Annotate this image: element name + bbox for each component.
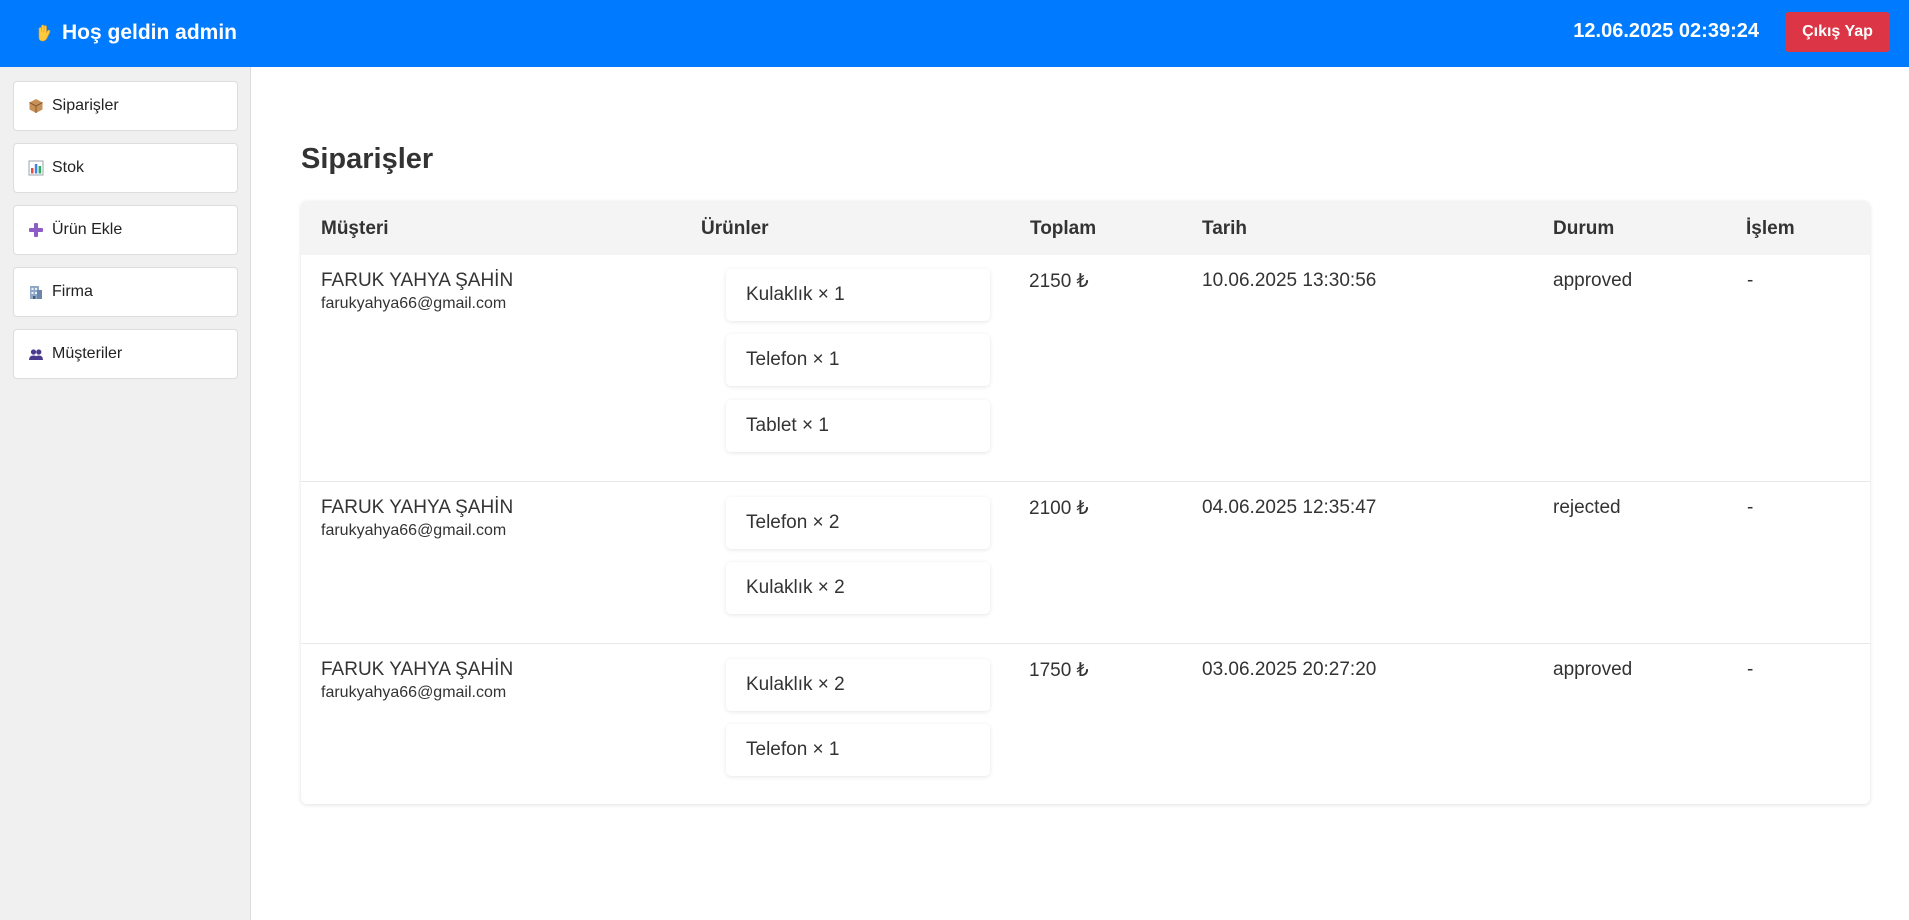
customer-cell: FARUK YAHYA ŞAHİN farukyahya66@gmail.com [321, 270, 513, 313]
order-action: - [1747, 659, 1754, 680]
sidebar-item-company[interactable]: Firma [13, 267, 238, 317]
order-status: approved [1553, 659, 1633, 680]
customer-email: farukyahya66@gmail.com [321, 295, 507, 312]
table-row: FARUK YAHYA ŞAHİN farukyahya66@gmail.com… [301, 255, 1870, 482]
column-header-customer: Müşteri [321, 218, 389, 239]
table-row: FARUK YAHYA ŞAHİN farukyahya66@gmail.com… [301, 644, 1870, 804]
order-date: 03.06.2025 20:27:20 [1202, 659, 1377, 680]
product-item: Kulaklık × 2 [726, 659, 990, 711]
sidebar-item-stock[interactable]: Stok [13, 143, 238, 193]
sidebar-item-label: Ürün Ekle [52, 221, 123, 238]
top-bar: Hoş geldin admin 12.06.2025 02:39:24 Çık… [0, 0, 1909, 67]
column-header-total: Toplam [1030, 218, 1097, 239]
order-total: 2100 ₺ [1029, 498, 1089, 519]
order-date: 04.06.2025 12:35:47 [1202, 497, 1377, 518]
order-action: - [1747, 270, 1754, 291]
table-row: FARUK YAHYA ŞAHİN farukyahya66@gmail.com… [301, 482, 1870, 644]
plus-icon [29, 223, 43, 237]
main-content: Siparişler Müşteri Ürünler Toplam Tarih … [251, 67, 1909, 920]
product-item: Kulaklık × 1 [726, 269, 990, 321]
greeting: Hoş geldin admin [34, 21, 237, 45]
users-icon [29, 349, 43, 360]
sidebar-item-label: Stok [52, 159, 85, 176]
order-total: 2150 ₺ [1029, 271, 1089, 292]
sidebar-item-add-product[interactable]: Ürün Ekle [13, 205, 238, 255]
greeting-text: Hoş geldin admin [62, 21, 238, 44]
order-status: approved [1553, 270, 1633, 291]
column-header-status: Durum [1553, 218, 1615, 239]
table-header: Müşteri Ürünler Toplam Tarih Durum İşlem [301, 201, 1870, 255]
sidebar-item-customers[interactable]: Müşteriler [13, 329, 238, 379]
sidebar-item-label: Müşteriler [52, 345, 123, 362]
order-total: 1750 ₺ [1029, 660, 1089, 681]
orders-table: Müşteri Ürünler Toplam Tarih Durum İşlem… [301, 201, 1870, 804]
sidebar-item-label: Siparişler [52, 97, 119, 114]
column-header-products: Ürünler [701, 218, 769, 239]
product-item: Kulaklık × 2 [726, 562, 990, 614]
sidebar-item-label: Firma [52, 283, 93, 300]
product-item: Tablet × 1 [726, 400, 990, 452]
customer-name: FARUK YAHYA ŞAHİN [321, 659, 514, 680]
product-item: Telefon × 1 [726, 724, 990, 776]
waving-hand-icon [38, 24, 51, 42]
order-date: 10.06.2025 13:30:56 [1202, 270, 1377, 291]
package-icon [29, 99, 43, 113]
customer-cell: FARUK YAHYA ŞAHİN farukyahya66@gmail.com [321, 497, 513, 540]
product-item: Telefon × 1 [726, 334, 990, 386]
customer-name: FARUK YAHYA ŞAHİN [321, 270, 514, 291]
customer-name: FARUK YAHYA ŞAHİN [321, 497, 514, 518]
page-title: Siparişler [301, 143, 434, 175]
logout-button[interactable]: Çıkış Yap [1785, 12, 1890, 52]
order-status: rejected [1553, 497, 1621, 518]
sidebar-item-orders[interactable]: Siparişler [13, 81, 238, 131]
column-header-date: Tarih [1202, 218, 1248, 239]
order-action: - [1747, 497, 1754, 518]
bar-chart-icon [28, 160, 44, 176]
column-header-action: İşlem [1746, 218, 1795, 239]
current-datetime: 12.06.2025 02:39:24 [1573, 20, 1759, 42]
building-icon [30, 286, 42, 299]
customer-email: farukyahya66@gmail.com [321, 684, 507, 701]
sidebar: Siparişler Stok Ürün Ekle Firma Müşteril… [0, 67, 251, 920]
customer-cell: FARUK YAHYA ŞAHİN farukyahya66@gmail.com [321, 659, 513, 702]
customer-email: farukyahya66@gmail.com [321, 522, 507, 539]
product-item: Telefon × 2 [726, 497, 990, 549]
